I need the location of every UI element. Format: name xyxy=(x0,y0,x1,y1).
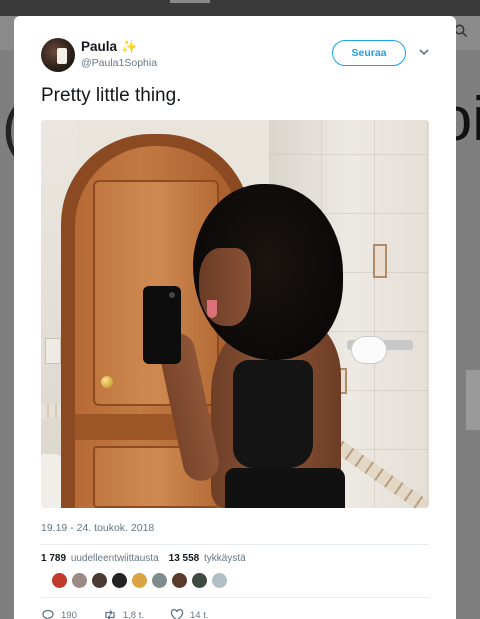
photo-light-switch xyxy=(45,338,61,364)
background-panel xyxy=(466,370,480,430)
photo-deco-tile xyxy=(373,244,387,278)
tweet-header: Paula ✨ @Paula1Sophia Seuraa xyxy=(41,16,429,90)
photo-person-top xyxy=(233,360,313,468)
user-handle[interactable]: @Paula1Sophia xyxy=(81,57,157,69)
liker-avatars xyxy=(41,570,429,597)
photo-person-tongue xyxy=(207,300,217,318)
reply-count: 190 xyxy=(61,609,77,619)
background-tab-indicator xyxy=(170,0,210,3)
retweets-label: uudelleentwiittausta xyxy=(70,553,159,564)
likes-count: 13 558 xyxy=(168,553,200,564)
retweet-button[interactable]: 1,8 t. xyxy=(103,608,144,619)
search-icon xyxy=(454,24,472,42)
follow-button[interactable]: Seuraa xyxy=(332,40,406,66)
likes-label: tykkäystä xyxy=(204,553,246,564)
photo-phone xyxy=(143,286,181,364)
avatar[interactable] xyxy=(41,38,75,72)
liker-avatar[interactable] xyxy=(71,572,88,589)
reply-icon xyxy=(42,609,54,619)
display-name[interactable]: Paula xyxy=(81,39,117,54)
photo-paper-roll xyxy=(351,336,387,364)
retweets-stat[interactable]: 1 789 uudelleentwiittausta xyxy=(41,553,159,564)
liker-avatar[interactable] xyxy=(111,572,128,589)
liker-avatar[interactable] xyxy=(51,572,68,589)
liker-avatar[interactable] xyxy=(171,572,188,589)
retweet-icon xyxy=(105,610,115,619)
background-top-strip xyxy=(0,0,480,16)
like-button[interactable]: 14 t. xyxy=(170,608,209,619)
liker-avatar[interactable] xyxy=(131,572,148,589)
liker-avatar[interactable] xyxy=(191,572,208,589)
author-block: Paula ✨ @Paula1Sophia xyxy=(81,39,157,69)
liker-avatar[interactable] xyxy=(211,572,228,589)
photo-person-shorts xyxy=(225,468,345,508)
retweets-count: 1 789 xyxy=(41,553,67,564)
photo-door-knob xyxy=(101,376,113,388)
photo-toilet xyxy=(41,454,63,508)
sparkle-icon: ✨ xyxy=(121,39,138,54)
liker-avatar[interactable] xyxy=(151,572,168,589)
tweet-timestamp[interactable]: 19.19 - 24. toukok. 2018 xyxy=(41,522,429,544)
retweet-count: 1,8 t. xyxy=(122,609,144,619)
liker-avatar[interactable] xyxy=(91,572,108,589)
chevron-down-icon[interactable] xyxy=(416,44,432,60)
like-count: 14 t. xyxy=(189,609,209,619)
heart-icon xyxy=(170,608,184,619)
reply-button[interactable]: 190 xyxy=(41,608,77,619)
likes-stat[interactable]: 13 558 tykkäystä xyxy=(169,553,246,564)
tweet-modal: Paula ✨ @Paula1Sophia Seuraa Pretty litt… xyxy=(14,16,456,619)
tweet-actions: 190 1,8 t. 14 t. xyxy=(41,598,429,619)
tweet-stats: 1 789 uudelleentwiittausta 13 558 tykkäy… xyxy=(41,545,429,570)
tweet-photo[interactable] xyxy=(41,120,429,508)
